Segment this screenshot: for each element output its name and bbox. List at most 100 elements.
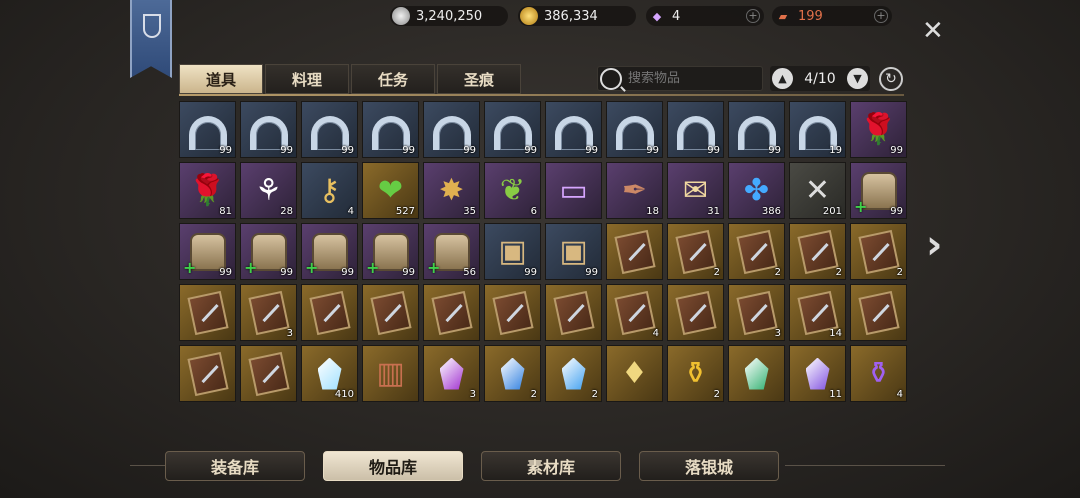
book-icon	[247, 290, 290, 335]
inventory-slot[interactable]: 🌹 99	[850, 101, 907, 158]
book-icon	[369, 290, 412, 335]
close-icon[interactable]: ✕	[922, 18, 944, 44]
inventory-slot[interactable]: +56	[423, 223, 480, 280]
gold-crystal-icon: ♦	[621, 355, 648, 391]
inventory-slot[interactable]: 99	[545, 101, 602, 158]
inventory-slot[interactable]: +99	[850, 162, 907, 219]
crate-icon: ▣	[498, 233, 527, 269]
butterfly-icon: ✤	[743, 172, 770, 208]
next-page-arrow-icon[interactable]: ›	[926, 222, 942, 268]
plus-icon: +	[305, 258, 319, 277]
inventory-slot[interactable]: ♦	[606, 345, 663, 402]
add-ticket-button[interactable]: +	[874, 9, 888, 23]
inventory-slot[interactable]: ⚱ 2	[667, 345, 724, 402]
inventory-slot[interactable]: 410	[301, 345, 358, 402]
inventory-slot[interactable]: ✒ 18	[606, 162, 663, 219]
inventory-slot[interactable]: ⚷ 4	[301, 162, 358, 219]
item-count: 14	[829, 328, 842, 339]
tab-equipment-storage[interactable]: 装备库	[165, 451, 305, 481]
inventory-slot[interactable]: +99	[179, 223, 236, 280]
inventory-slot[interactable]: ❤ 527	[362, 162, 419, 219]
book-icon	[491, 290, 534, 335]
inventory-slot[interactable]: 🌹 81	[179, 162, 236, 219]
inventory-slot[interactable]: ✸ 35	[423, 162, 480, 219]
crystal-icon	[317, 357, 342, 390]
inventory-slot[interactable]: 3	[423, 345, 480, 402]
inventory-slot[interactable]: ▭	[545, 162, 602, 219]
inventory-slot[interactable]: ✉ 31	[667, 162, 724, 219]
diamond-value: 4	[672, 8, 681, 24]
inventory-slot[interactable]: 2	[545, 345, 602, 402]
inventory-slot[interactable]: +99	[240, 223, 297, 280]
inventory-slot[interactable]: 3	[728, 284, 785, 341]
refresh-icon[interactable]: ↻	[879, 67, 903, 91]
inventory-slot[interactable]	[179, 345, 236, 402]
inventory-slot[interactable]	[362, 284, 419, 341]
inventory-slot[interactable]	[301, 284, 358, 341]
item-count: 31	[707, 206, 720, 217]
inventory-slot[interactable]	[606, 223, 663, 280]
inventory-slot[interactable]: 4	[606, 284, 663, 341]
item-count: 2	[713, 267, 720, 278]
inventory-slot[interactable]	[179, 284, 236, 341]
inventory-slot[interactable]: 19	[789, 101, 846, 158]
add-diamond-button[interactable]: +	[746, 9, 760, 23]
inventory-slot[interactable]	[484, 284, 541, 341]
inventory-slot[interactable]: 99	[179, 101, 236, 158]
tab-food[interactable]: 料理	[265, 64, 349, 94]
item-count: 99	[890, 145, 903, 156]
search-input[interactable]	[628, 71, 758, 86]
rose-icon: 🌹	[188, 172, 227, 208]
inventory-slot[interactable]	[545, 284, 602, 341]
page-down-button[interactable]: ▼	[846, 68, 868, 89]
inventory-slot[interactable]: 99	[423, 101, 480, 158]
page-up-button[interactable]: ▲	[772, 68, 793, 89]
blue-gem-icon	[500, 357, 525, 390]
tab-material-storage[interactable]: 素材库	[481, 451, 621, 481]
inventory-slot[interactable]: 14	[789, 284, 846, 341]
inventory-slot[interactable]: 2	[667, 223, 724, 280]
inventory-slot[interactable]: 2	[850, 223, 907, 280]
inventory-slot[interactable]: 99	[728, 101, 785, 158]
inventory-slot[interactable]: 99	[484, 101, 541, 158]
olive-icon: ❦	[499, 172, 526, 208]
inventory-slot[interactable]: 99	[301, 101, 358, 158]
inventory-slot[interactable]: ✕ 201	[789, 162, 846, 219]
silver-coin-icon	[392, 7, 410, 25]
inventory-slot[interactable]: ✤ 386	[728, 162, 785, 219]
inventory-slot[interactable]: 3	[240, 284, 297, 341]
inventory-slot[interactable]: 11	[789, 345, 846, 402]
book-icon	[735, 290, 778, 335]
inventory-slot[interactable]: +99	[301, 223, 358, 280]
item-count: 6	[530, 206, 537, 217]
inventory-slot[interactable]: ❦ 6	[484, 162, 541, 219]
item-count: 99	[280, 145, 293, 156]
inventory-slot[interactable]: ▥	[362, 345, 419, 402]
inventory-slot[interactable]	[728, 345, 785, 402]
item-count: 99	[341, 145, 354, 156]
inventory-slot[interactable]: ⚱ 4	[850, 345, 907, 402]
plus-icon: +	[366, 258, 380, 277]
inventory-slot[interactable]	[667, 284, 724, 341]
tab-items[interactable]: 道具	[179, 64, 263, 94]
inventory-slot[interactable]: 2	[484, 345, 541, 402]
inventory-slot[interactable]: 2	[728, 223, 785, 280]
tab-silverfall-city[interactable]: 落银城	[639, 451, 779, 481]
inventory-slot[interactable]: 99	[606, 101, 663, 158]
inventory-slot[interactable]: ▣ 99	[484, 223, 541, 280]
inventory-slot[interactable]: 99	[667, 101, 724, 158]
tab-stigmata[interactable]: 圣痕	[437, 64, 521, 94]
item-count: 99	[585, 267, 598, 278]
inventory-slot[interactable]: ⚘ 28	[240, 162, 297, 219]
inventory-slot[interactable]: 99	[240, 101, 297, 158]
tab-quest[interactable]: 任务	[351, 64, 435, 94]
inventory-slot[interactable]	[240, 345, 297, 402]
inventory-slot[interactable]	[423, 284, 480, 341]
tab-item-storage[interactable]: 物品库	[323, 451, 463, 481]
inventory-slot[interactable]: ▣ 99	[545, 223, 602, 280]
inventory-slot[interactable]: 99	[362, 101, 419, 158]
inventory-slot[interactable]: 2	[789, 223, 846, 280]
inventory-slot[interactable]	[850, 284, 907, 341]
search-icon[interactable]	[600, 67, 622, 90]
inventory-slot[interactable]: +99	[362, 223, 419, 280]
